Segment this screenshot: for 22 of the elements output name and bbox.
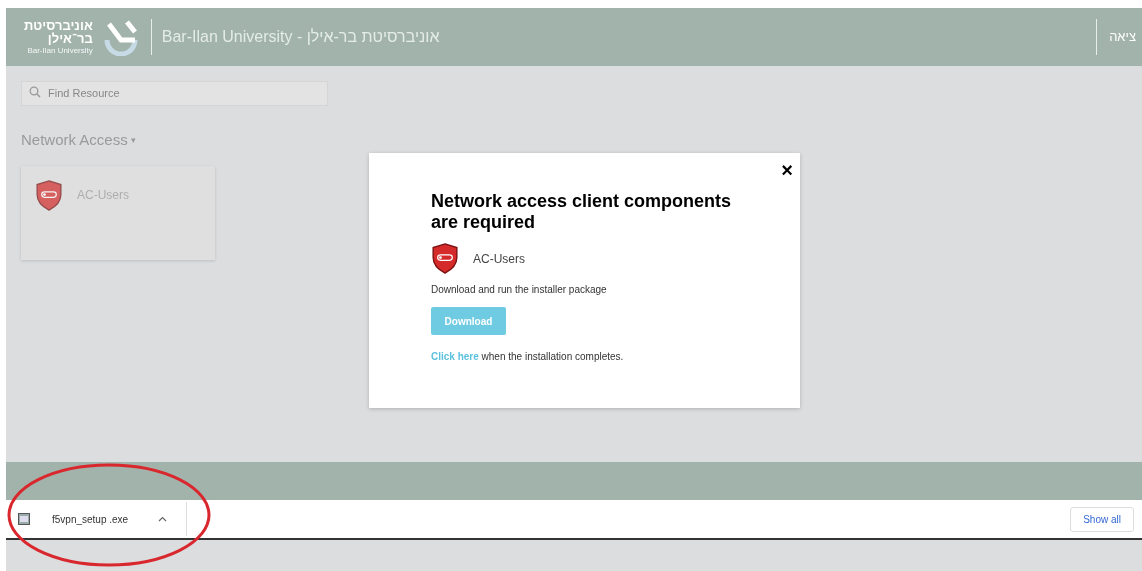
site-title: Bar-Ilan University - אוניברסיטת בר-אילן (161, 27, 440, 47)
show-all-button[interactable]: Show all (1070, 506, 1134, 532)
shield-icon (431, 243, 459, 274)
section-title[interactable]: Network Access (21, 129, 128, 152)
shield-icon (35, 179, 63, 211)
caret-icon[interactable]: ▾ (130, 133, 136, 147)
search-field[interactable]: Find Resource (21, 80, 328, 106)
logout-link[interactable]: ציאה (1109, 27, 1136, 47)
click-here-link[interactable]: Click here (431, 351, 479, 362)
logo-english-text: Bar-Ilan University (27, 47, 93, 55)
file-name: f5vpn_setup .exe (52, 512, 129, 527)
resource-name: AC-Users (473, 250, 525, 268)
instruction-text: Download and run the installer package (431, 283, 608, 297)
close-button[interactable]: × (781, 155, 793, 185)
search-icon (29, 86, 41, 98)
download-button[interactable]: Download (431, 307, 506, 335)
dialog-title: Network access client components are required (431, 191, 733, 233)
logo-hebrew-text: אוניברסיטת (24, 19, 93, 32)
chevron-up-icon[interactable] (158, 516, 168, 522)
completion-text: Click here when the installation completes. (431, 350, 625, 364)
logo-hebrew-text: בר־אילן (47, 32, 93, 45)
file-icon (18, 513, 30, 525)
